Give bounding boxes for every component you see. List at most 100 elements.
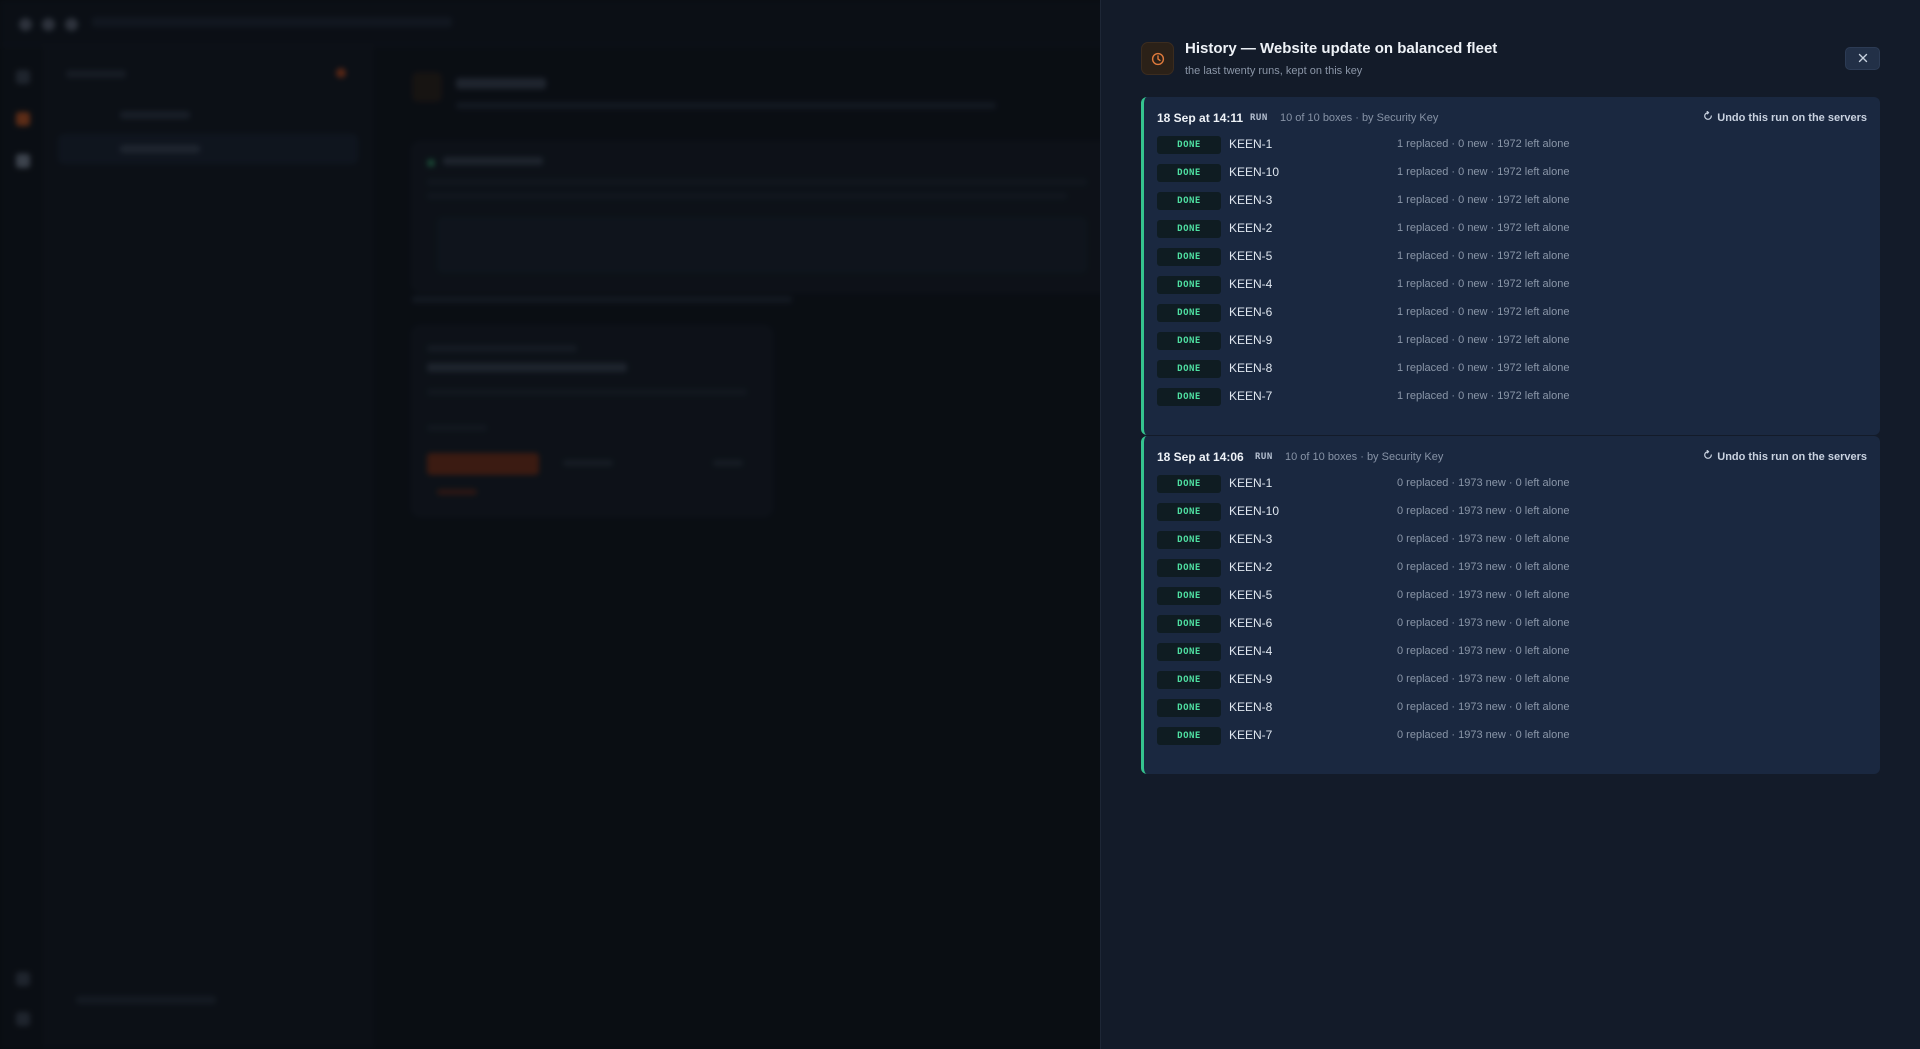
clock-icon (1141, 42, 1174, 75)
box-stats: 1 replaced · 0 new · 1972 left alone (1397, 250, 1570, 262)
run-row: DONE KEEN-3 1 replaced · 0 new · 1972 left… (1157, 191, 1867, 211)
status-badge: DONE (1157, 615, 1221, 633)
box-stats: 0 replaced · 1973 new · 0 left alone (1397, 701, 1570, 713)
run-card: 18 Sep at 14:11 RUN 10 of 10 boxes · by Se… (1141, 97, 1880, 435)
run-row: DONE KEEN-9 1 replaced · 0 new · 1972 left… (1157, 331, 1867, 351)
box-stats: 1 replaced · 0 new · 1972 left alone (1397, 166, 1570, 178)
box-stats: 0 replaced · 1973 new · 0 left alone (1397, 505, 1570, 517)
close-button[interactable] (1845, 47, 1880, 70)
run-row: DONE KEEN-2 1 replaced · 0 new · 1972 left… (1157, 219, 1867, 239)
box-name: KEEN-8 (1229, 700, 1273, 714)
close-icon (1858, 50, 1868, 68)
box-stats: 1 replaced · 0 new · 1972 left alone (1397, 194, 1570, 206)
box-stats: 1 replaced · 0 new · 1972 left alone (1397, 278, 1570, 290)
run-tag: RUN (1250, 113, 1268, 123)
box-stats: 0 replaced · 1973 new · 0 left alone (1397, 589, 1570, 601)
box-stats: 0 replaced · 1973 new · 0 left alone (1397, 477, 1570, 489)
undo-run-button[interactable]: Undo this run on the servers (1703, 110, 1867, 124)
history-drawer: History — Website update on balanced fle… (1100, 0, 1920, 1049)
box-name: KEEN-3 (1229, 193, 1273, 207)
status-badge: DONE (1157, 136, 1221, 154)
status-badge: DONE (1157, 503, 1221, 521)
box-stats: 0 replaced · 1973 new · 0 left alone (1397, 533, 1570, 545)
run-row: DONE KEEN-7 0 replaced · 1973 new · 0 left… (1157, 726, 1867, 746)
box-name: KEEN-4 (1229, 277, 1273, 291)
run-row: DONE KEEN-6 0 replaced · 1973 new · 0 left… (1157, 614, 1867, 634)
run-row: DONE KEEN-4 0 replaced · 1973 new · 0 left… (1157, 642, 1867, 662)
box-stats: 0 replaced · 1973 new · 0 left alone (1397, 561, 1570, 573)
box-name: KEEN-5 (1229, 249, 1273, 263)
status-badge: DONE (1157, 699, 1221, 717)
run-row: DONE KEEN-5 0 replaced · 1973 new · 0 left… (1157, 586, 1867, 606)
status-badge: DONE (1157, 276, 1221, 294)
run-date: 18 Sep at 14:06 (1157, 450, 1244, 464)
box-name: KEEN-6 (1229, 305, 1273, 319)
box-name: KEEN-4 (1229, 644, 1273, 658)
box-stats: 1 replaced · 0 new · 1972 left alone (1397, 222, 1570, 234)
status-badge: DONE (1157, 248, 1221, 266)
status-badge: DONE (1157, 475, 1221, 493)
status-badge: DONE (1157, 332, 1221, 350)
run-row: DONE KEEN-10 1 replaced · 0 new · 1972 lef… (1157, 163, 1867, 183)
undo-icon (1703, 449, 1713, 463)
run-row: DONE KEEN-1 0 replaced · 1973 new · 0 left… (1157, 474, 1867, 494)
undo-icon (1703, 110, 1713, 124)
box-name: KEEN-7 (1229, 728, 1273, 742)
status-badge: DONE (1157, 531, 1221, 549)
run-card: 18 Sep at 14:06 RUN 10 of 10 boxes · by Se… (1141, 436, 1880, 774)
box-stats: 1 replaced · 0 new · 1972 left alone (1397, 138, 1570, 150)
undo-label: Undo this run on the servers (1717, 111, 1867, 124)
run-row: DONE KEEN-10 0 replaced · 1973 new · 0 lef… (1157, 502, 1867, 522)
run-row: DONE KEEN-6 1 replaced · 0 new · 1972 left… (1157, 303, 1867, 323)
box-stats: 1 replaced · 0 new · 1972 left alone (1397, 306, 1570, 318)
run-row: DONE KEEN-4 1 replaced · 0 new · 1972 left… (1157, 275, 1867, 295)
run-meta: 10 of 10 boxes · by Security Key (1285, 451, 1444, 463)
status-badge: DONE (1157, 220, 1221, 238)
box-stats: 1 replaced · 0 new · 1972 left alone (1397, 390, 1570, 402)
run-row: DONE KEEN-8 1 replaced · 0 new · 1972 left… (1157, 359, 1867, 379)
status-badge: DONE (1157, 559, 1221, 577)
run-row: DONE KEEN-2 0 replaced · 1973 new · 0 left… (1157, 558, 1867, 578)
box-stats: 1 replaced · 0 new · 1972 left alone (1397, 362, 1570, 374)
status-badge: DONE (1157, 727, 1221, 745)
status-badge: DONE (1157, 164, 1221, 182)
box-name: KEEN-1 (1229, 476, 1273, 490)
status-badge: DONE (1157, 643, 1221, 661)
run-meta: 10 of 10 boxes · by Security Key (1280, 112, 1439, 124)
run-row: DONE KEEN-5 1 replaced · 0 new · 1972 left… (1157, 247, 1867, 267)
status-badge: DONE (1157, 360, 1221, 378)
status-badge: DONE (1157, 587, 1221, 605)
box-stats: 0 replaced · 1973 new · 0 left alone (1397, 673, 1570, 685)
run-row: DONE KEEN-8 0 replaced · 1973 new · 0 left… (1157, 698, 1867, 718)
box-name: KEEN-3 (1229, 532, 1273, 546)
run-row: DONE KEEN-7 1 replaced · 0 new · 1972 left… (1157, 387, 1867, 407)
box-stats: 1 replaced · 0 new · 1972 left alone (1397, 334, 1570, 346)
run-row: DONE KEEN-9 0 replaced · 1973 new · 0 left… (1157, 670, 1867, 690)
status-badge: DONE (1157, 388, 1221, 406)
box-name: KEEN-9 (1229, 333, 1273, 347)
run-tag: RUN (1255, 452, 1273, 462)
box-name: KEEN-7 (1229, 389, 1273, 403)
run-row: DONE KEEN-3 0 replaced · 1973 new · 0 left… (1157, 530, 1867, 550)
undo-label: Undo this run on the servers (1717, 450, 1867, 463)
drawer-title: History — Website update on balanced fle… (1185, 40, 1498, 57)
box-name: KEEN-6 (1229, 616, 1273, 630)
run-header: 18 Sep at 14:06 RUN 10 of 10 boxes · by Se… (1157, 449, 1867, 469)
box-stats: 0 replaced · 1973 new · 0 left alone (1397, 645, 1570, 657)
box-name: KEEN-2 (1229, 560, 1273, 574)
run-row: DONE KEEN-1 1 replaced · 0 new · 1972 left… (1157, 135, 1867, 155)
box-name: KEEN-5 (1229, 588, 1273, 602)
drawer-subtitle: the last twenty runs, kept on this key (1185, 65, 1363, 77)
box-name: KEEN-10 (1229, 165, 1280, 179)
box-stats: 0 replaced · 1973 new · 0 left alone (1397, 729, 1570, 741)
undo-run-button[interactable]: Undo this run on the servers (1703, 449, 1867, 463)
box-stats: 0 replaced · 1973 new · 0 left alone (1397, 617, 1570, 629)
status-badge: DONE (1157, 671, 1221, 689)
run-date: 18 Sep at 14:11 (1157, 111, 1244, 125)
run-header: 18 Sep at 14:11 RUN 10 of 10 boxes · by Se… (1157, 110, 1867, 130)
box-name: KEEN-2 (1229, 221, 1273, 235)
box-name: KEEN-9 (1229, 672, 1273, 686)
status-badge: DONE (1157, 304, 1221, 322)
status-badge: DONE (1157, 192, 1221, 210)
box-name: KEEN-8 (1229, 361, 1273, 375)
